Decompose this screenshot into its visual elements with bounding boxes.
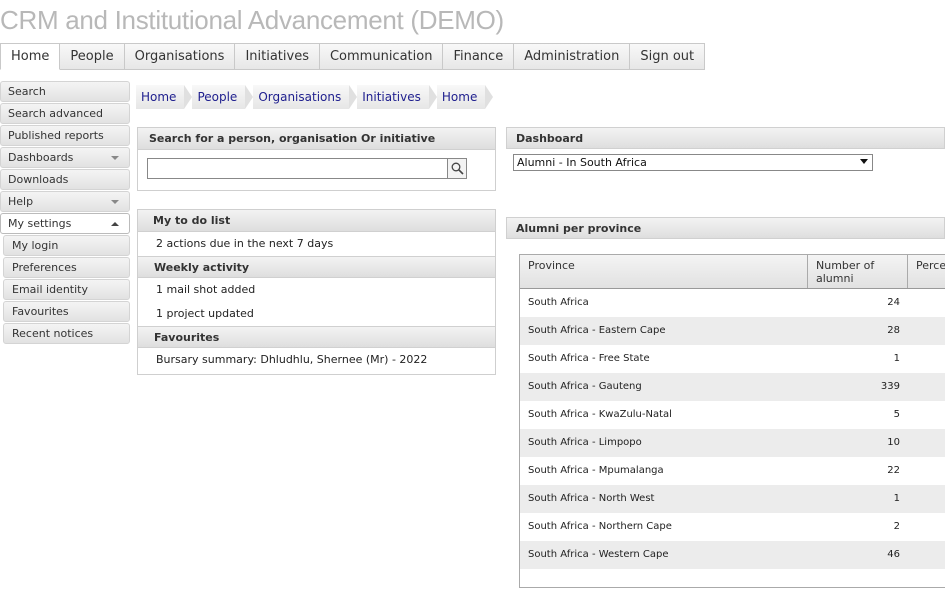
sidebar-item-label: Preferences [12,261,77,274]
table-row: South Africa 24 [520,289,945,317]
sidebar-item-email-identity[interactable]: Email identity [3,279,130,300]
dashboard-select-value: Alumni - In South Africa [517,156,647,169]
table-row: South Africa - Northern Cape 2 [520,513,945,541]
todo-panel: My to do list 2 actions due in the next … [137,209,496,375]
search-input[interactable] [147,158,447,179]
search-panel: Search for a person, organisation Or ini… [137,127,496,191]
column-header-percentage[interactable]: Perce [908,255,945,288]
search-panel-title: Search for a person, organisation Or ini… [138,128,495,150]
province-cell: South Africa - Limpopo [528,437,642,448]
breadcrumb-organisations[interactable]: Organisations [253,85,358,109]
table-row: South Africa - Western Cape 46 [520,541,945,569]
province-cell: South Africa - Northern Cape [528,521,672,532]
table-row: South Africa - Limpopo 10 [520,429,945,457]
count-cell: 28 [887,325,900,336]
alumni-table: Province Number of alumni Perce South Af… [519,254,945,588]
count-cell: 5 [893,409,900,420]
favourites-title: Favourites [138,326,495,348]
tab-people[interactable]: People [60,43,125,70]
column-header-province[interactable]: Province [520,255,808,288]
sidebar-item-label: Search [8,85,46,98]
app-title: CRM and Institutional Advancement (DEMO) [0,5,504,35]
sidebar-item-label: My login [12,239,59,252]
sidebar-item-recent-notices[interactable]: Recent notices [3,323,130,344]
sidebar-item-help[interactable]: Help [0,191,130,212]
column-header-number[interactable]: Number of alumni [808,255,908,288]
chevron-down-icon [111,156,119,160]
top-nav: Home People Organisations Initiatives Co… [0,43,706,70]
search-button[interactable] [447,158,467,179]
alumni-panel-title: Alumni per province [506,217,945,239]
table-header: Province Number of alumni Perce [520,255,945,289]
table-row: South Africa - Eastern Cape 28 [520,317,945,345]
province-cell: South Africa - KwaZulu-Natal [528,409,672,420]
sidebar-item-my-login[interactable]: My login [3,235,130,256]
table-row: South Africa - Gauteng 339 [520,373,945,401]
province-cell: South Africa - Western Cape [528,549,669,560]
province-cell: South Africa - Gauteng [528,381,642,392]
count-cell: 22 [887,465,900,476]
favourites-item[interactable]: Bursary summary: Dhludhlu, Shernee (Mr) … [138,348,495,372]
tab-sign-out[interactable]: Sign out [630,43,706,70]
dashboard-select[interactable]: Alumni - In South Africa [513,154,873,171]
province-cell: South Africa - Mpumalanga [528,465,664,476]
sidebar-item-label: Dashboards [8,151,74,164]
count-cell: 2 [893,521,900,532]
tab-communication[interactable]: Communication [319,43,444,70]
dashboard-title: Dashboard [506,127,945,149]
sidebar-item-favourites[interactable]: Favourites [3,301,130,322]
chevron-down-icon [111,200,119,204]
sidebar-item-preferences[interactable]: Preferences [3,257,130,278]
breadcrumb-people[interactable]: People [192,85,254,109]
tab-organisations[interactable]: Organisations [124,43,236,70]
sidebar-item-label: Email identity [12,283,88,296]
province-cell: South Africa - Eastern Cape [528,325,666,336]
count-cell: 24 [887,297,900,308]
table-row: South Africa - Mpumalanga 22 [520,457,945,485]
todo-item[interactable]: 2 actions due in the next 7 days [138,232,495,256]
breadcrumb: Home People Organisations Initiatives Ho… [136,85,494,109]
sidebar-item-label: Downloads [8,173,69,186]
province-cell: South Africa - North West [528,493,655,504]
tab-administration[interactable]: Administration [514,43,631,70]
sidebar-item-published-reports[interactable]: Published reports [0,125,130,146]
sidebar-item-label: Recent notices [12,327,94,340]
sidebar-item-label: Favourites [12,305,69,318]
province-cell: South Africa [528,297,589,308]
count-cell: 339 [880,381,900,392]
table-row: South Africa - Free State 1 [520,345,945,373]
sidebar-item-label: Help [8,195,34,208]
sidebar-item-search[interactable]: Search [0,81,130,102]
sidebar-item-label: Search advanced [8,107,104,120]
sidebar-item-downloads[interactable]: Downloads [0,169,130,190]
tab-home[interactable]: Home [0,43,61,70]
sidebar-item-dashboards[interactable]: Dashboards [0,147,130,168]
sidebar-item-search-advanced[interactable]: Search advanced [0,103,130,124]
sidebar-item-label: My settings [8,217,72,230]
province-cell: South Africa - Free State [528,353,650,364]
count-cell: 10 [887,437,900,448]
table-row: South Africa - KwaZulu-Natal 5 [520,401,945,429]
breadcrumb-initiatives[interactable]: Initiatives [357,85,437,109]
tab-finance[interactable]: Finance [443,43,515,70]
tab-initiatives[interactable]: Initiatives [235,43,320,70]
breadcrumb-home-current[interactable]: Home [436,85,494,109]
chevron-up-icon [111,222,119,226]
weekly-activity-item: 1 project updated [156,307,254,320]
weekly-activity-title: Weekly activity [138,256,495,278]
breadcrumb-home[interactable]: Home [136,85,193,109]
count-cell: 1 [893,353,900,364]
todo-panel-title: My to do list [138,210,495,232]
sidebar: Search Search advanced Published reports… [0,81,130,345]
table-row: South Africa - North West 1 [520,485,945,513]
chevron-down-icon [860,159,868,164]
sidebar-item-label: Published reports [8,129,104,142]
weekly-activity-item: 1 mail shot added [156,283,256,296]
magnifier-icon [451,162,464,175]
count-cell: 1 [893,493,900,504]
sidebar-item-my-settings[interactable]: My settings [0,213,130,234]
count-cell: 46 [887,549,900,560]
